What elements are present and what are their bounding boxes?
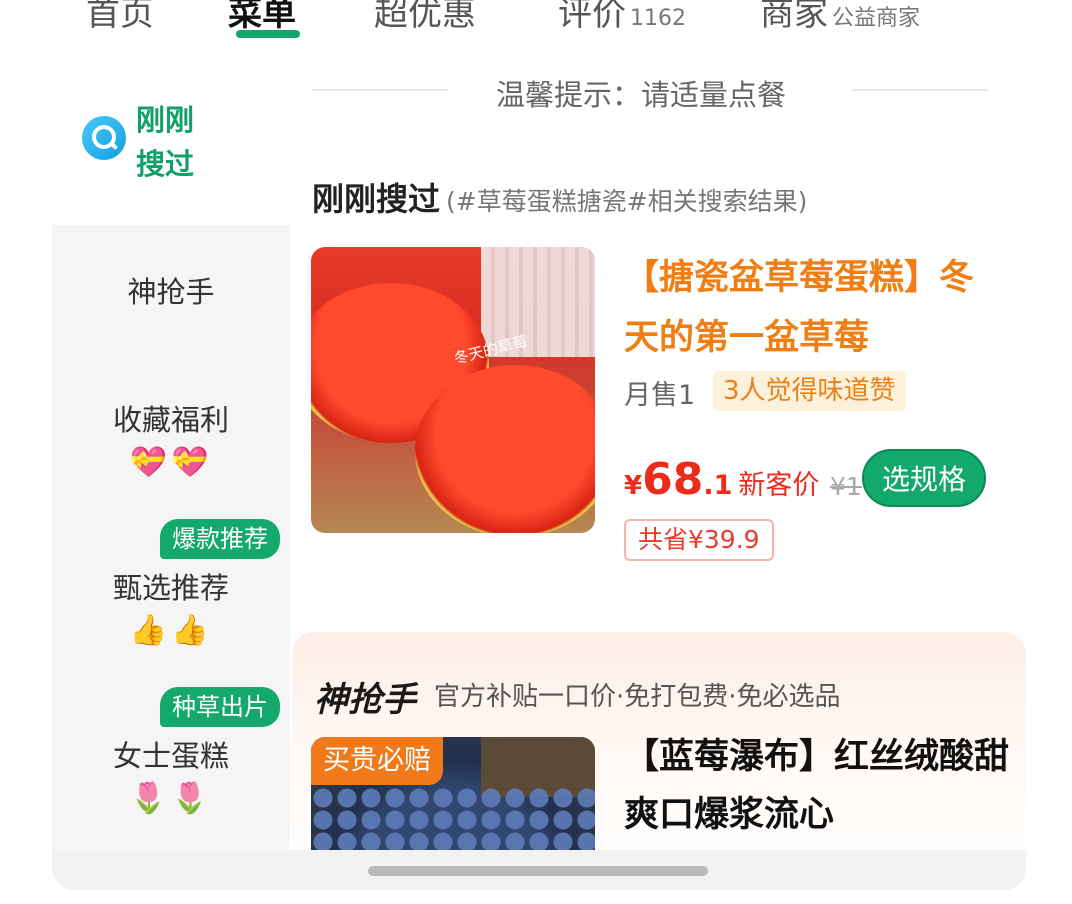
tab-menu-label: 菜单 [228, 0, 296, 34]
sidebar-item-label: 收藏福利 [112, 403, 229, 437]
tab-merchant[interactable]: 商家 公益商家 [760, 0, 920, 35]
active-tab-indicator [236, 30, 300, 38]
product-title[interactable]: 【搪瓷盆草莓蛋糕】冬天的第一盆草莓 [624, 248, 984, 368]
promo-description: 官方补贴一口价·免打包费·免必选品 [434, 682, 841, 712]
promo-card: 神抢手 官方补贴一口价·免打包费·免必选品 买贵必赔 【蓝莓瀑布】红丝绒酸甜爽口… [292, 632, 1026, 872]
savings-chip: 共省¥39.9 [624, 519, 774, 561]
category-sidebar: 神抢手 收藏福利 💝💝 爆款推荐 甄选推荐 👍👍 种草出片 女士蛋糕 🌷🌷 [52, 225, 290, 865]
price-label: 新客价 [738, 470, 820, 501]
divider [312, 89, 448, 91]
section-heading: 刚刚搜过 (#草莓蛋糕搪瓷#相关搜索结果) [312, 174, 807, 220]
tab-deals-label: 超优惠 [374, 0, 476, 34]
sidebar-item-favorites[interactable]: 收藏福利 💝💝 [52, 397, 290, 480]
monthly-sales: 月售1 [624, 380, 696, 411]
thumbs-up-icon: 👍👍 [129, 613, 213, 648]
divider [852, 89, 988, 91]
promo-logo: 神抢手 [314, 680, 416, 720]
tab-merchant-sub: 公益商家 [832, 6, 921, 31]
notice-bar: 温馨提示：请适量点餐 [310, 70, 990, 112]
tab-reviews-label: 评价 [558, 0, 626, 34]
tulip-icon: 🌷🌷 [129, 781, 213, 816]
tab-reviews-count: 1162 [630, 6, 686, 31]
price-decimal: .1 [703, 470, 733, 501]
tab-reviews[interactable]: 评价 1162 [558, 0, 686, 35]
hot-badge: 爆款推荐 [160, 519, 280, 559]
original-price: ¥1 [830, 472, 862, 501]
sidebar-item-label: 甄选推荐 [112, 571, 229, 605]
home-indicator[interactable] [368, 866, 708, 876]
review-chip: 3人觉得味道赞 [713, 371, 906, 411]
sidebar-item-recommended[interactable]: 甄选推荐 👍👍 [52, 565, 290, 648]
notice-text: 温馨提示：请适量点餐 [496, 78, 787, 112]
tab-home[interactable]: 首页 [86, 0, 154, 35]
section-subtitle: (#草莓蛋糕搪瓷#相关搜索结果) [446, 187, 808, 216]
tab-merchant-label: 商家 [760, 0, 828, 34]
sidebar-item-shenqiangshou[interactable]: 神抢手 [52, 269, 290, 311]
product-image[interactable]: 冬天的草莓 [311, 247, 595, 533]
gift-heart-icon: 💝💝 [129, 445, 213, 480]
section-title: 刚刚搜过 [312, 180, 441, 218]
sidebar-item-label: 女士蛋糕 [112, 739, 229, 773]
product-price: ¥68.1 新客价 [624, 454, 819, 505]
sidebar-item-label: 刚刚搜过 [136, 103, 195, 181]
trending-badge: 种草出片 [160, 687, 280, 727]
search-icon [82, 116, 126, 160]
top-tab-bar: 首页 菜单 超优惠 评价 1162 商家 公益商家 [0, 0, 1072, 60]
sidebar-item-recent[interactable]: 刚刚搜过 [82, 98, 282, 188]
sidebar-item-ladies-cake[interactable]: 女士蛋糕 🌷🌷 [52, 733, 290, 816]
tab-home-label: 首页 [86, 0, 154, 34]
select-spec-button[interactable]: 选规格 [862, 449, 986, 507]
price-integer: 68 [642, 454, 704, 505]
tab-deals[interactable]: 超优惠 [374, 0, 476, 35]
sidebar-item-label: 神抢手 [127, 275, 215, 309]
currency-symbol: ¥ [624, 471, 643, 501]
product-title[interactable]: 【蓝莓瀑布】红丝绒酸甜爽口爆浆流心 [624, 728, 1014, 844]
price-guarantee-badge: 买贵必赔 [311, 737, 443, 785]
